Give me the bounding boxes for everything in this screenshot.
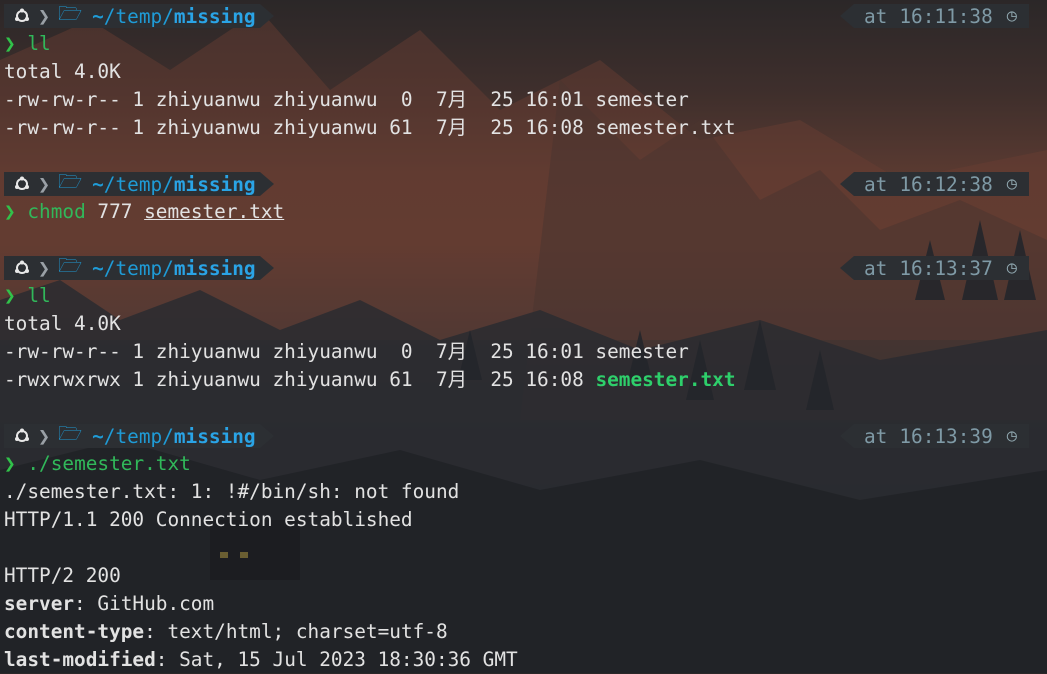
clock-icon: ◷ (1006, 6, 1017, 26)
command-line: ❯ ll (4, 32, 51, 55)
directory-segment: 🗁 ~ / temp / missing (58, 170, 260, 196)
clock-icon: ◷ (1006, 174, 1017, 194)
separator-icon: ❯ (36, 172, 59, 196)
ubuntu-icon (4, 256, 36, 280)
separator-icon: ❯ (36, 424, 59, 448)
file-argument[interactable]: semester.txt (144, 200, 284, 223)
output-line: HTTP/2 200 (4, 564, 121, 587)
powerline-arrow (839, 256, 854, 280)
output-line: -rwxrwxrwx 1 zhiyuanwu zhiyuanwu 61 7月 2… (4, 368, 736, 391)
powerline-arrow (259, 172, 274, 196)
directory-segment: 🗁 ~ / temp / missing (58, 2, 260, 28)
ubuntu-icon (4, 172, 36, 196)
terminal-output[interactable]: ❯ 🗁 ~ / temp / missing at 16:11:38 ◷ ❯ ll total… (0, 0, 1047, 674)
command-line: ❯ ll (4, 284, 51, 307)
output-line: -rw-rw-r-- 1 zhiyuanwu zhiyuanwu 0 7月 25… (4, 88, 689, 111)
folder-icon: 🗁 (58, 169, 83, 193)
powerline-arrow (839, 424, 854, 448)
directory-segment: 🗁 ~ / temp / missing (58, 422, 260, 448)
separator-icon: ❯ (36, 4, 59, 28)
powerline-arrow (259, 4, 274, 28)
time-segment: at 16:13:39 ◷ (853, 424, 1029, 448)
separator-icon: ❯ (36, 256, 59, 280)
output-line: -rw-rw-r-- 1 zhiyuanwu zhiyuanwu 0 7月 25… (4, 340, 689, 363)
prompt-line: ❯ 🗁 ~ / temp / missing at 16:13:39 ◷ (4, 422, 1047, 450)
http-header-line: content-type: text/html; charset=utf-8 (4, 620, 448, 643)
time-segment: at 16:12:38 ◷ (853, 172, 1029, 196)
folder-icon: 🗁 (58, 421, 83, 445)
output-line: -rw-rw-r-- 1 zhiyuanwu zhiyuanwu 61 7月 2… (4, 116, 736, 139)
powerline-arrow (839, 4, 854, 28)
http-header-line: last-modified: Sat, 15 Jul 2023 18:30:36… (4, 648, 518, 671)
prompt-line: ❯ 🗁 ~ / temp / missing at 16:12:38 ◷ (4, 170, 1047, 198)
prompt-line: ❯ 🗁 ~ / temp / missing at 16:11:38 ◷ (4, 2, 1047, 30)
output-line: total 4.0K (4, 60, 121, 83)
folder-icon: 🗁 (58, 253, 83, 277)
prompt-line: ❯ 🗁 ~ / temp / missing at 16:13:37 ◷ (4, 254, 1047, 282)
http-header-line: server: GitHub.com (4, 592, 215, 615)
output-line: HTTP/1.1 200 Connection established (4, 508, 413, 531)
powerline-arrow (259, 256, 274, 280)
executable-filename: semester.txt (595, 368, 736, 391)
time-segment: at 16:11:38 ◷ (853, 4, 1029, 28)
time-segment: at 16:13:37 ◷ (853, 256, 1029, 280)
command-line: ❯ ./semester.txt (4, 452, 191, 475)
clock-icon: ◷ (1006, 258, 1017, 278)
ubuntu-icon (4, 4, 36, 28)
directory-segment: 🗁 ~ / temp / missing (58, 254, 260, 280)
output-line: ./semester.txt: 1: !#/bin/sh: not found (4, 480, 460, 503)
powerline-arrow (259, 424, 274, 448)
folder-icon: 🗁 (58, 1, 83, 25)
command-line: ❯ chmod 777 semester.txt (4, 200, 285, 223)
powerline-arrow (839, 172, 854, 196)
output-line: total 4.0K (4, 312, 121, 335)
ubuntu-icon (4, 424, 36, 448)
clock-icon: ◷ (1006, 426, 1017, 446)
